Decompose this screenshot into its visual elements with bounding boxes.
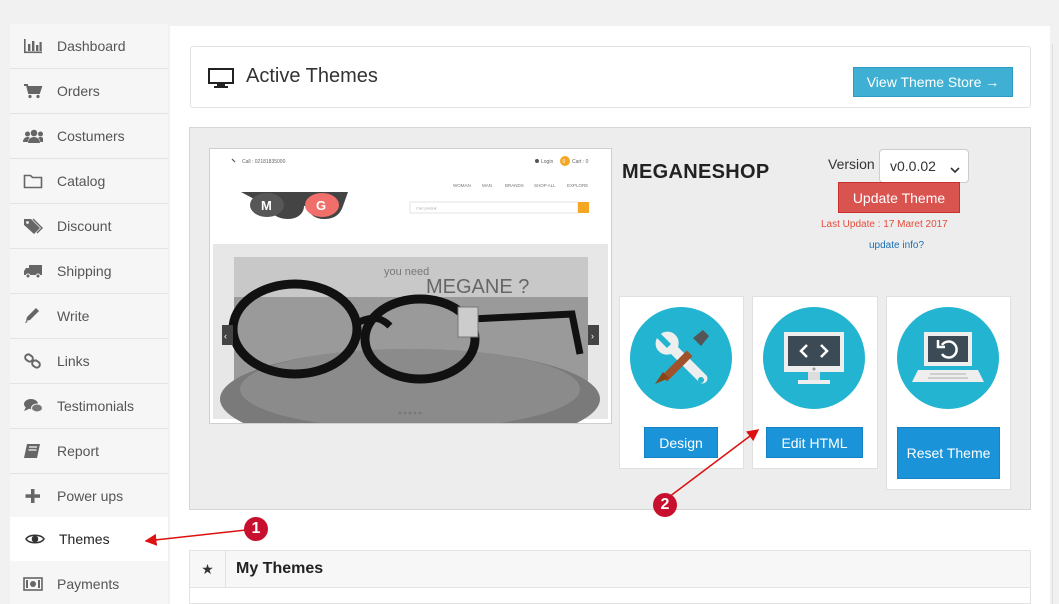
arrow-2	[664, 429, 760, 501]
arrow-1	[144, 529, 247, 546]
annotation-arrows	[144, 429, 760, 546]
annotation-marker-1: 1	[244, 517, 268, 541]
annotation-marker-2: 2	[653, 493, 677, 517]
